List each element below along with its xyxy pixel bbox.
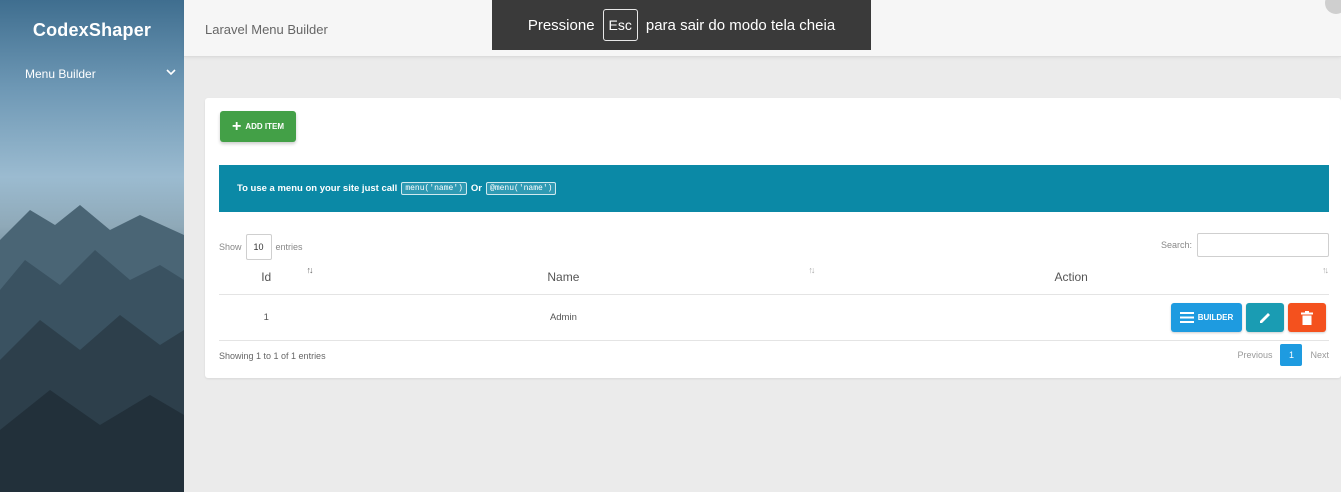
column-header-id[interactable]: Id ↑↓ bbox=[219, 260, 314, 295]
edit-button[interactable] bbox=[1246, 303, 1284, 332]
search-control: Search: bbox=[1161, 233, 1329, 257]
trash-icon bbox=[1301, 310, 1313, 325]
menu-icon bbox=[1179, 312, 1194, 323]
add-item-button[interactable]: + ADD ITEM bbox=[220, 111, 296, 142]
column-header-action[interactable]: Action ↑↓ bbox=[813, 260, 1329, 295]
show-label: Show bbox=[219, 242, 242, 252]
cell-id: 1 bbox=[219, 294, 314, 341]
cell-actions: BUILDER bbox=[813, 294, 1329, 341]
toast-text-before: Pressione bbox=[527, 16, 595, 34]
builder-label: BUILDER bbox=[1197, 313, 1234, 322]
entries-length-select[interactable] bbox=[245, 234, 272, 260]
sort-icon: ↑↓ bbox=[306, 265, 313, 275]
sidebar: CodexShaper Menu Builder bbox=[0, 0, 184, 492]
menu-card: + ADD ITEM To use a menu on your site ju… bbox=[205, 98, 1341, 378]
entries-label: entries bbox=[275, 242, 303, 252]
search-input[interactable] bbox=[1197, 233, 1329, 257]
esc-key-badge: Esc bbox=[602, 9, 638, 41]
usage-or-text: Or bbox=[470, 183, 483, 194]
menus-table: Id ↑↓ Name ↑↓ Action ↑↓ 1 Admin BUILDER bbox=[219, 260, 1329, 341]
plus-icon: + bbox=[231, 117, 242, 135]
cell-name: Admin bbox=[313, 294, 814, 341]
delete-button[interactable] bbox=[1288, 303, 1326, 332]
pencil-icon bbox=[1260, 312, 1270, 323]
fullscreen-toast: Pressione Esc para sair do modo tela che… bbox=[492, 0, 871, 50]
usage-info-text: To use a menu on your site just call bbox=[237, 183, 398, 194]
previous-page-link[interactable]: Previous bbox=[1237, 350, 1272, 360]
sidebar-item-label: Menu Builder bbox=[25, 67, 96, 81]
sidebar-item-menu-builder[interactable]: Menu Builder bbox=[0, 63, 184, 85]
sort-icon: ↑↓ bbox=[1322, 265, 1329, 275]
column-header-name-label: Name bbox=[547, 270, 580, 284]
usage-info-bar: To use a menu on your site just call men… bbox=[219, 165, 1329, 212]
chevron-down-icon bbox=[166, 69, 176, 76]
pagination: Previous 1 Next bbox=[1237, 344, 1329, 366]
entries-length-control: Show entries bbox=[219, 234, 303, 260]
builder-button[interactable]: BUILDER bbox=[1171, 303, 1242, 332]
toast-text-after: para sair do modo tela cheia bbox=[645, 16, 836, 34]
table-header-row: Id ↑↓ Name ↑↓ Action ↑↓ bbox=[219, 260, 1329, 295]
table-row: 1 Admin BUILDER bbox=[219, 294, 1329, 341]
usage-code-directive: @menu('name') bbox=[486, 182, 557, 195]
table-info: Showing 1 to 1 of 1 entries bbox=[219, 351, 326, 361]
add-item-label: ADD ITEM bbox=[245, 122, 284, 131]
page-title: Laravel Menu Builder bbox=[205, 22, 328, 37]
mountain-background bbox=[0, 205, 184, 492]
column-header-name[interactable]: Name ↑↓ bbox=[313, 260, 815, 295]
next-page-link[interactable]: Next bbox=[1310, 350, 1329, 360]
search-label: Search: bbox=[1160, 240, 1192, 250]
page-1-button[interactable]: 1 bbox=[1280, 344, 1303, 366]
usage-code-menu: menu('name') bbox=[401, 182, 467, 195]
column-header-action-label: Action bbox=[1054, 270, 1088, 284]
brand-logo[interactable]: CodexShaper bbox=[0, 20, 184, 41]
column-header-id-label: Id bbox=[261, 270, 272, 284]
